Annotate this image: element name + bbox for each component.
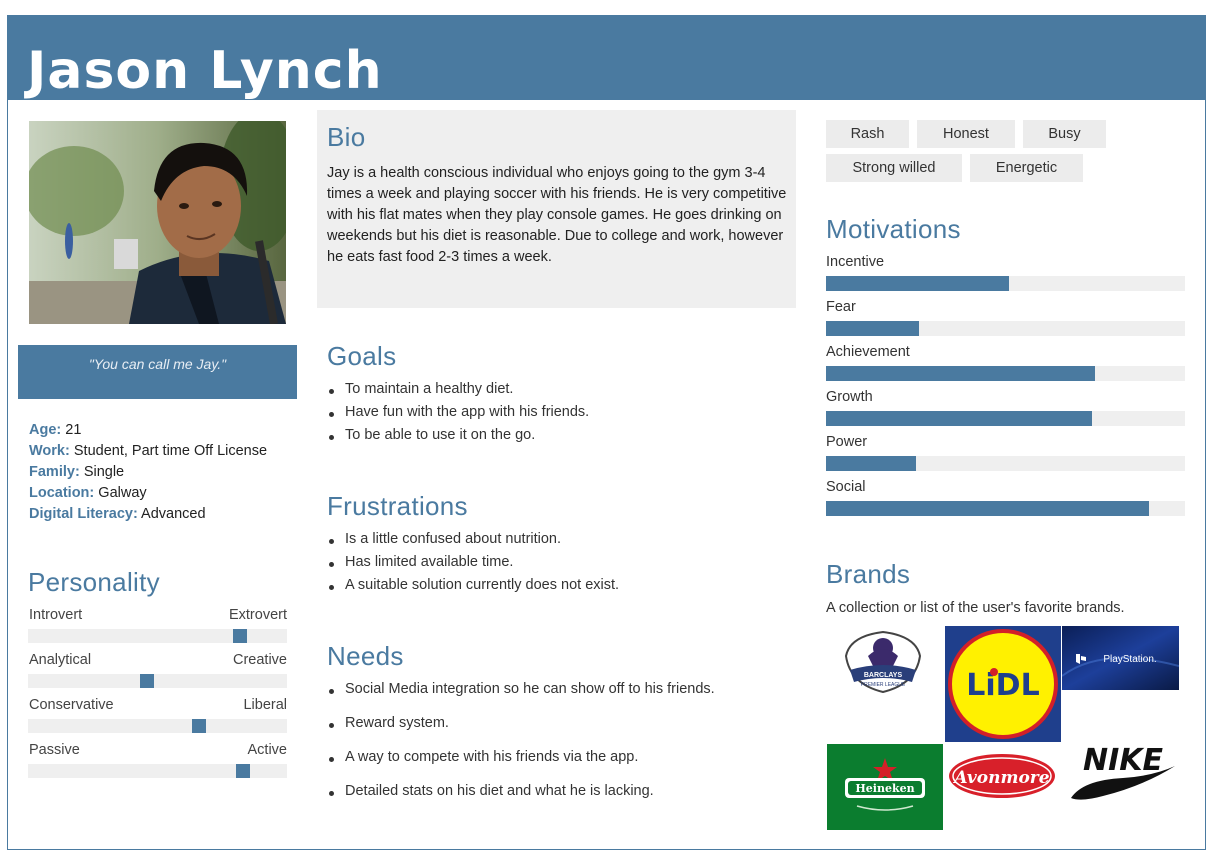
- scale-left-label: Passive: [29, 742, 80, 758]
- scale-left-label: Analytical: [29, 652, 92, 668]
- motivation-fill: [826, 501, 1150, 516]
- list-item: Is a little confused about nutrition.: [327, 531, 619, 554]
- fact-digital-literacy: Digital Literacy: Advanced: [29, 506, 206, 522]
- heineken-logo: Heineken: [827, 744, 943, 830]
- page-title: Jason Lynch: [27, 41, 383, 101]
- fact-work: Work: Student, Part time Off License: [29, 443, 268, 459]
- list-item: A suitable solution currently does not e…: [327, 577, 619, 600]
- scale-left-label: Introvert: [29, 607, 83, 623]
- fact-family: Family: Single: [29, 464, 125, 480]
- list-item: Have fun with the app with his friends.: [327, 404, 589, 427]
- nike-logo: NIKE: [1063, 740, 1179, 806]
- motivation-bar: [826, 456, 1185, 471]
- personality-slider: [28, 629, 287, 643]
- slider-knob: [233, 629, 247, 643]
- personality-slider: [28, 764, 287, 778]
- brands-heading: Brands: [826, 559, 911, 589]
- bio-text: Jay is a health conscious individual who…: [327, 165, 787, 265]
- svg-text:LiDL: LiDL: [966, 668, 1039, 703]
- svg-text:Heineken: Heineken: [855, 782, 914, 795]
- svg-text:PREMIER LEAGUE: PREMIER LEAGUE: [861, 682, 906, 688]
- svg-text:PlayStation.: PlayStation.: [1103, 654, 1156, 665]
- svg-text:NIKE: NIKE: [1083, 743, 1164, 778]
- premier-league-logo: BARCLAYS PREMIER LEAGUE: [840, 626, 926, 696]
- trait-tag: Strong willed: [826, 154, 962, 182]
- list-item: A way to compete with his friends via th…: [327, 749, 715, 783]
- scale-right-label: Liberal: [243, 697, 287, 713]
- brands-description: A collection or list of the user's favor…: [826, 600, 1125, 616]
- motivation-bar: [826, 276, 1185, 291]
- motivation-label: Power: [826, 434, 868, 450]
- motivation-fill: [826, 411, 1092, 426]
- needs-list: Social Media integration so he can show …: [327, 681, 715, 817]
- motivation-fill: [826, 456, 916, 471]
- personality-slider: [28, 719, 287, 733]
- list-item: Social Media integration so he can show …: [327, 681, 715, 715]
- trait-tag: Energetic: [970, 154, 1083, 182]
- list-item: To maintain a healthy diet.: [327, 381, 589, 404]
- slider-knob: [192, 719, 206, 733]
- frustrations-heading: Frustrations: [327, 491, 468, 521]
- fact-location: Location: Galway: [29, 485, 147, 501]
- header-bar: Jason Lynch: [7, 15, 1206, 101]
- goals-list: To maintain a healthy diet. Have fun wit…: [327, 381, 589, 450]
- avonmore-logo: Avonmore: [947, 750, 1057, 802]
- trait-tag: Honest: [917, 120, 1015, 148]
- motivation-bar: [826, 501, 1185, 516]
- bio-heading: Bio: [327, 122, 366, 152]
- trait-tag: Rash: [826, 120, 909, 148]
- motivation-label: Achievement: [826, 344, 910, 360]
- list-item: To be able to use it on the go.: [327, 427, 589, 450]
- frustrations-list: Is a little confused about nutrition. Ha…: [327, 531, 619, 600]
- playstation-logo: PlayStation.: [1062, 626, 1179, 690]
- motivations-heading: Motivations: [826, 214, 961, 244]
- motivation-label: Growth: [826, 389, 873, 405]
- needs-heading: Needs: [327, 641, 404, 671]
- motivation-bar: [826, 321, 1185, 336]
- lidl-logo: LiDL: [945, 626, 1061, 742]
- scale-left-label: Conservative: [29, 697, 114, 713]
- scale-right-label: Active: [247, 742, 288, 758]
- list-item: Reward system.: [327, 715, 715, 749]
- quote-banner: "You can call me Jay.": [18, 345, 297, 399]
- trait-tag: Busy: [1023, 120, 1106, 148]
- motivation-bar: [826, 411, 1185, 426]
- slider-knob: [140, 674, 154, 688]
- motivation-label: Fear: [826, 299, 856, 315]
- goals-heading: Goals: [327, 341, 397, 371]
- fact-age: Age: 21: [29, 422, 82, 438]
- scale-right-label: Extrovert: [228, 607, 287, 623]
- svg-text:Avonmore: Avonmore: [952, 768, 1049, 788]
- motivation-fill: [826, 321, 920, 336]
- list-item: Has limited available time.: [327, 554, 619, 577]
- motivation-bar: [826, 366, 1185, 381]
- personality-slider: [28, 674, 287, 688]
- motivation-label: Social: [826, 479, 866, 495]
- quote-text: "You can call me Jay.": [88, 356, 227, 372]
- personality-heading: Personality: [28, 567, 160, 597]
- scale-right-label: Creative: [233, 652, 287, 668]
- slider-knob: [236, 764, 250, 778]
- motivation-fill: [826, 366, 1096, 381]
- profile-photo: [29, 121, 286, 324]
- list-item: Detailed stats on his diet and what he i…: [327, 783, 715, 817]
- svg-text:BARCLAYS: BARCLAYS: [864, 672, 903, 679]
- motivation-label: Incentive: [826, 254, 885, 270]
- motivation-fill: [826, 276, 1010, 291]
